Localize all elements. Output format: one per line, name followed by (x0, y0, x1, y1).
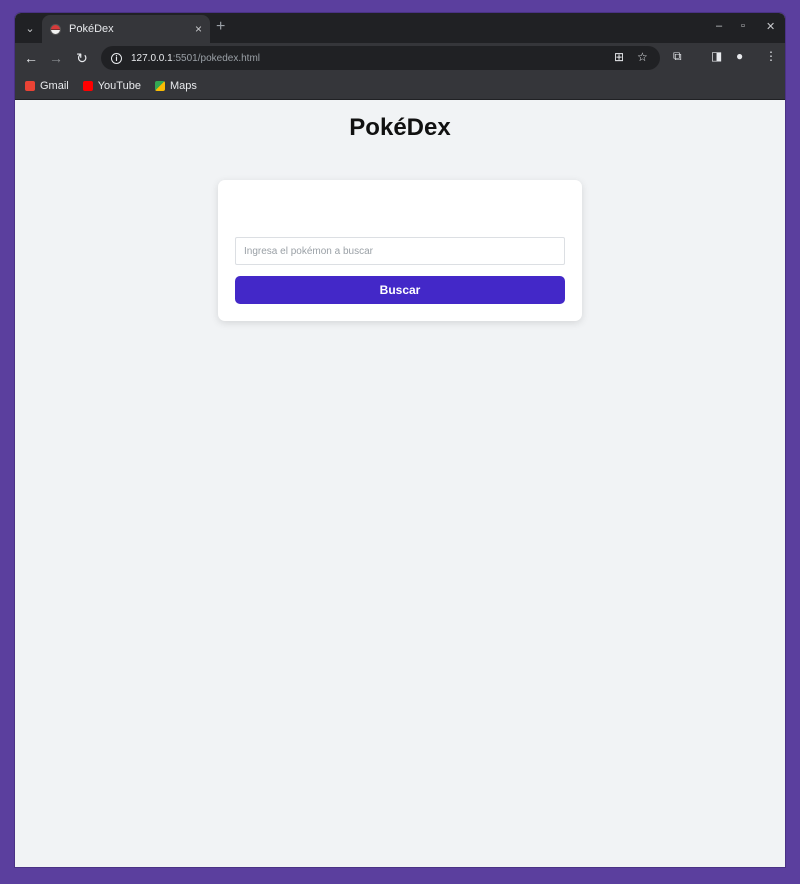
search-card: Buscar (218, 180, 582, 321)
menu-icon[interactable]: ⋮ (765, 49, 777, 63)
address-bar[interactable]: i 127.0.0.1:5501/pokedex.html ⊞ ☆ (101, 46, 660, 70)
site-info-icon[interactable]: i (111, 52, 122, 64)
bookmark-maps[interactable]: Maps (154, 80, 197, 92)
bookmark-label: Gmail (40, 80, 69, 92)
bookmark-youtube[interactable]: YouTube (82, 80, 141, 92)
bookmark-label: Maps (169, 80, 197, 92)
tab-strip: ⌄ PokéDex × + – ▫ ✕ (15, 13, 785, 43)
close-tab-icon[interactable]: × (195, 22, 202, 36)
new-tab-icon[interactable]: + (216, 18, 225, 36)
page-content: PokéDex Buscar (15, 100, 785, 867)
bookmarks-bar: Gmail YouTube Maps (15, 73, 785, 100)
gmail-icon (25, 81, 35, 91)
bookmark-gmail[interactable]: Gmail (25, 80, 69, 92)
page-title: PokéDex (349, 114, 451, 141)
youtube-icon (82, 81, 93, 91)
tab-pokedex[interactable]: PokéDex × (42, 15, 210, 43)
extensions-icon[interactable]: ⧉ (673, 49, 682, 64)
pokemon-search-input[interactable] (235, 237, 565, 265)
tab-title: PokéDex (69, 23, 114, 35)
profile-icon[interactable]: ● (736, 49, 743, 63)
search-button[interactable]: Buscar (235, 276, 565, 304)
browser-window: ⌄ PokéDex × + – ▫ ✕ ← → ↻ i 127.0.0.1:55… (15, 13, 785, 867)
url-host: 127.0.0.1 (131, 52, 173, 64)
maps-icon (154, 81, 165, 91)
pokeball-icon (50, 23, 61, 35)
bookmark-star-icon[interactable]: ☆ (637, 50, 648, 64)
browser-toolbar: ← → ↻ i 127.0.0.1:5501/pokedex.html ⊞ ☆ … (15, 43, 785, 73)
forward-icon[interactable]: → (47, 49, 65, 67)
reload-icon[interactable]: ↻ (73, 49, 91, 67)
translate-icon[interactable]: ⊞ (614, 50, 624, 64)
maximize-icon[interactable]: ▫ (741, 20, 745, 32)
tab-search-icon[interactable]: ⌄ (21, 19, 39, 37)
url-path: :5501/pokedex.html (172, 52, 260, 64)
back-icon[interactable]: ← (22, 49, 40, 67)
bookmark-label: YouTube (97, 80, 141, 92)
side-panel-icon[interactable]: ◨ (711, 49, 722, 63)
close-window-icon[interactable]: ✕ (766, 20, 775, 33)
minimize-icon[interactable]: – (716, 20, 722, 32)
